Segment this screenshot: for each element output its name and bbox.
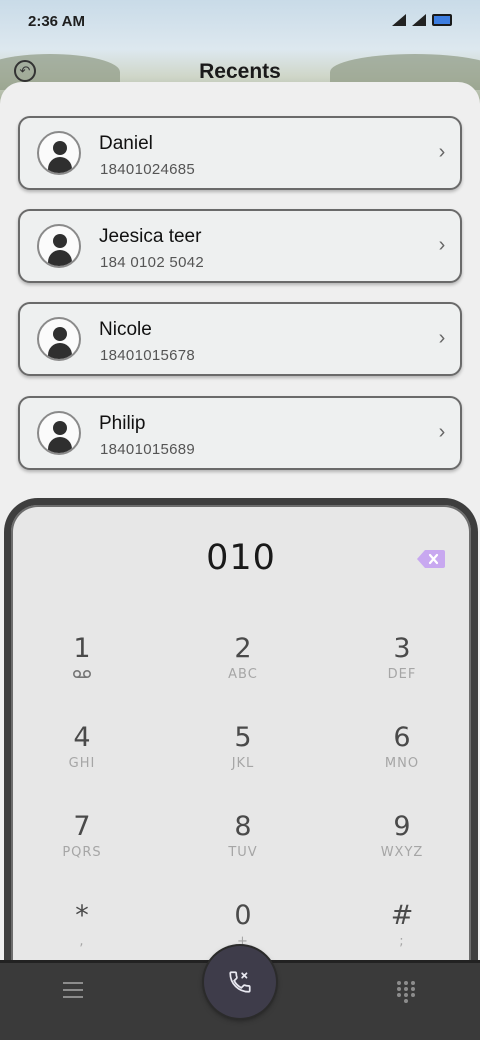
contact-card[interactable]: Jeesica teer 184 0102 5042 › [18,209,462,283]
key-5[interactable]: 5 JKL [188,722,298,802]
key-digit: 2 [234,633,252,664]
key-digit: 3 [393,633,411,664]
key-digit: 0 [234,900,252,931]
key-9[interactable]: 9 WXYZ [347,811,457,891]
status-icons [392,14,452,26]
key-digit: 1 [73,633,91,664]
contact-number: 18401015689 [100,441,196,458]
contact-card[interactable]: Daniel 18401024685 › [18,116,462,190]
backspace-icon[interactable] [417,549,445,569]
key-letters: ABC [228,667,258,682]
status-bar: 2:36 AM [0,0,480,44]
page-title: Recents [199,60,281,83]
contact-name: Philip [99,413,146,434]
contact-number: 18401024685 [100,161,196,178]
key-letters: , [79,934,85,949]
key-6[interactable]: 6 MNO [347,722,457,802]
key-letters: JKL [231,756,255,771]
key-letters: MNO [384,756,420,771]
key-8[interactable]: 8 TUV [188,811,298,891]
contact-card[interactable]: Nicole 18401015678 › [18,302,462,376]
contact-number: 18401015678 [100,347,196,364]
contact-card[interactable]: Philip 18401015689 › [18,396,462,470]
key-letters: WXYZ [380,845,424,860]
call-icon [229,971,251,993]
key-digit: 6 [393,722,411,753]
signal-icon [392,14,406,26]
dialed-number: 010 [206,538,276,578]
menu-icon[interactable] [63,982,83,1000]
contact-name: Jeesica teer [99,226,202,247]
avatar-icon [37,224,81,268]
key-1[interactable]: 1 [27,633,137,713]
key-digit: # [390,900,414,931]
key-letters: GHI [68,756,96,771]
status-time: 2:36 AM [28,13,85,30]
key-letters: ; [399,934,405,949]
chevron-right-icon: › [438,234,446,256]
chevron-right-icon: › [438,327,446,349]
key-3[interactable]: 3 DEF [347,633,457,713]
avatar-icon [37,317,81,361]
key-7[interactable]: 7 PQRS [27,811,137,891]
key-digit: 7 [73,811,91,842]
key-digit: 8 [234,811,252,842]
chevron-right-icon: › [438,141,446,163]
key-2[interactable]: 2 ABC [188,633,298,713]
key-letters: DEF [387,667,417,682]
contact-number: 184 0102 5042 [100,254,204,271]
avatar-icon [37,131,81,175]
key-letters: PQRS [62,845,102,860]
contact-name: Daniel [99,133,153,154]
key-digit: 5 [234,722,252,753]
voicemail-icon [72,669,92,679]
contact-name: Nicole [99,319,152,340]
avatar-icon [37,411,81,455]
chevron-right-icon: › [438,421,446,443]
key-letters: TUV [228,845,258,860]
key-digit: * [75,900,89,931]
wifi-icon [412,14,426,26]
key-4[interactable]: 4 GHI [27,722,137,802]
key-digit: 9 [393,811,411,842]
call-button[interactable] [204,946,276,1018]
dialpad-icon[interactable] [397,981,417,1003]
battery-icon [432,14,452,26]
key-digit: 4 [73,722,91,753]
